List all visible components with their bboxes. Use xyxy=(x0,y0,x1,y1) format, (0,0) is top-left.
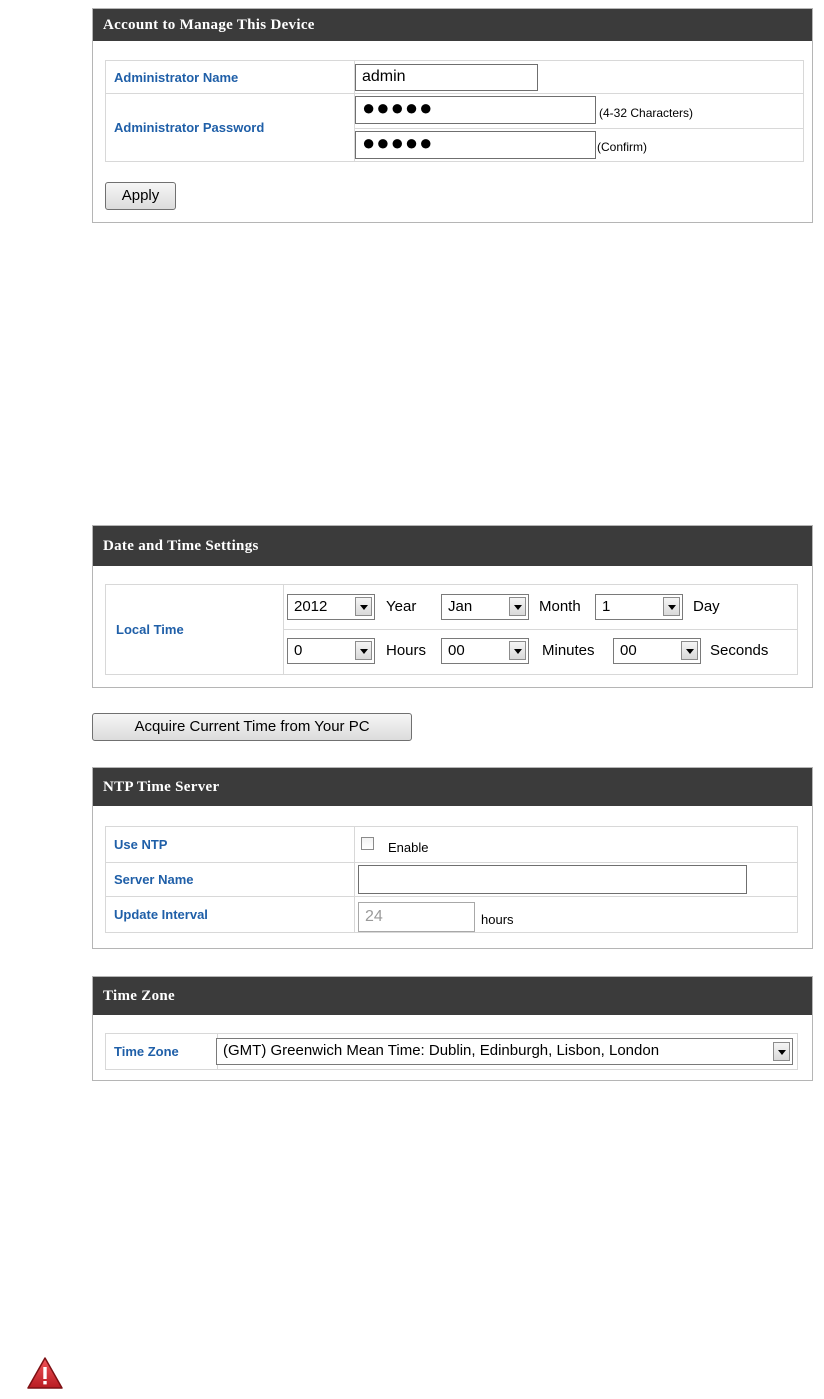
use-ntp-checkbox[interactable] xyxy=(361,837,374,850)
datetime-panel-title: Date and Time Settings xyxy=(93,526,812,566)
year-select[interactable]: 2012 xyxy=(287,594,375,620)
update-interval-input[interactable]: 24 xyxy=(358,902,475,932)
chevron-down-icon xyxy=(355,597,372,616)
timezone-select-value: (GMT) Greenwich Mean Time: Dublin, Edinb… xyxy=(223,1042,660,1059)
timezone-label: Time Zone xyxy=(105,1033,218,1070)
ntp-panel-title: NTP Time Server xyxy=(93,768,812,806)
server-name-input[interactable] xyxy=(358,865,747,894)
admin-name-input[interactable]: admin xyxy=(355,64,538,91)
chevron-down-icon xyxy=(663,597,680,616)
minutes-label: Minutes xyxy=(542,642,595,659)
apply-button[interactable]: Apply xyxy=(105,182,176,210)
chevron-down-icon xyxy=(509,641,526,660)
timezone-panel-title: Time Zone xyxy=(93,977,812,1015)
month-select-value: Jan xyxy=(448,598,473,615)
local-time-label: Local Time xyxy=(105,584,284,675)
seconds-select[interactable]: 00 xyxy=(613,638,701,664)
enable-label: Enable xyxy=(388,840,429,855)
month-label: Month xyxy=(539,598,581,615)
confirm-hint: (Confirm) xyxy=(597,140,647,154)
confirm-password-input[interactable]: ●●●●● xyxy=(355,131,596,159)
day-select[interactable]: 1 xyxy=(595,594,683,620)
server-name-label: Server Name xyxy=(105,862,355,897)
admin-name-label: Administrator Name xyxy=(105,60,355,94)
seconds-label: Seconds xyxy=(710,642,769,659)
admin-password-input[interactable]: ●●●●● xyxy=(355,96,596,124)
minutes-select-value: 00 xyxy=(448,642,465,659)
use-ntp-label: Use NTP xyxy=(105,826,355,863)
admin-password-label: Administrator Password xyxy=(105,93,355,162)
warning-triangle-icon xyxy=(27,1357,63,1389)
month-select[interactable]: Jan xyxy=(441,594,529,620)
minutes-select[interactable]: 00 xyxy=(441,638,529,664)
day-label: Day xyxy=(693,598,720,615)
acquire-time-button[interactable]: Acquire Current Time from Your PC xyxy=(92,713,412,741)
update-interval-label: Update Interval xyxy=(105,896,355,933)
hours-select-value: 0 xyxy=(294,642,303,659)
chevron-down-icon xyxy=(681,641,698,660)
account-panel-title: Account to Manage This Device xyxy=(93,9,812,41)
chevron-down-icon xyxy=(355,641,372,660)
day-select-value: 1 xyxy=(602,598,611,615)
hours-label: Hours xyxy=(386,642,427,659)
year-label: Year xyxy=(386,598,417,615)
seconds-select-value: 00 xyxy=(620,642,637,659)
year-select-value: 2012 xyxy=(294,598,328,615)
timezone-select[interactable]: (GMT) Greenwich Mean Time: Dublin, Edinb… xyxy=(216,1038,793,1065)
hours-select[interactable]: 0 xyxy=(287,638,375,664)
chevron-down-icon xyxy=(509,597,526,616)
update-interval-unit: hours xyxy=(481,912,514,927)
password-length-hint: (4-32 Characters) xyxy=(599,106,694,120)
chevron-down-icon xyxy=(773,1042,790,1061)
